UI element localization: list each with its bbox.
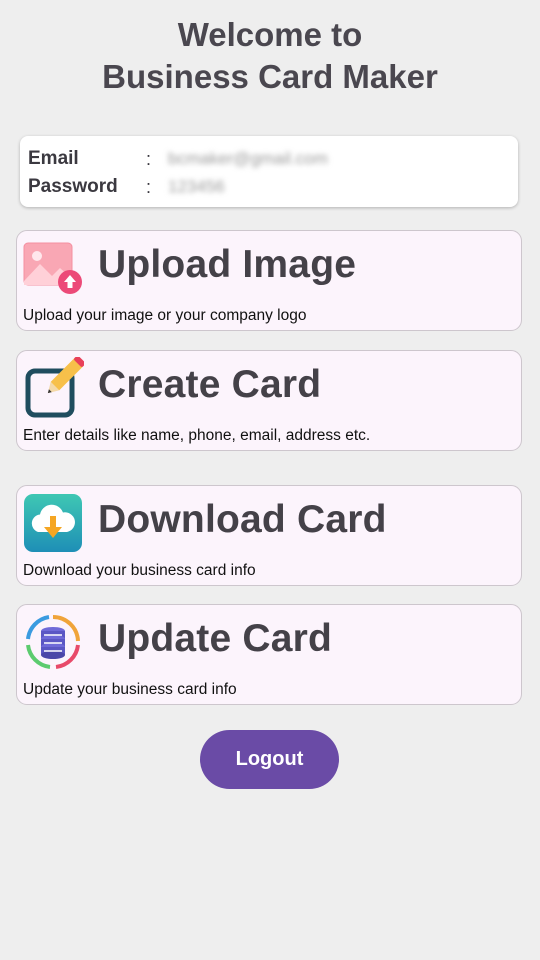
password-label: Password [28,176,118,197]
password-separator: : [146,176,152,197]
title-line-2: Business Card Maker [102,58,438,95]
password-value: 123456 [168,177,225,196]
update-card-description: Update your business card info [23,681,237,698]
email-separator: : [146,148,152,169]
upload-image-description: Upload your image or your company logo [23,307,307,324]
download-card-description: Download your business card info [23,562,256,579]
page-title: Welcome to Business Card Maker [0,14,540,98]
credentials-panel: Email : bcmaker@gmail.com Password : 123… [20,136,518,207]
update-card-title: Update Card [98,617,333,660]
upload-image-card[interactable]: Upload Image Upload your image or your c… [16,230,522,331]
title-line-1: Welcome to [177,16,363,53]
email-label: Email [28,148,79,169]
email-row: Email : bcmaker@gmail.com [28,145,328,173]
database-sync-icon [22,611,84,673]
create-card-description: Enter details like name, phone, email, a… [23,427,371,444]
cloud-download-icon [22,492,84,554]
download-card-card[interactable]: Download Card Download your business car… [16,485,522,586]
email-value: bcmaker@gmail.com [168,149,328,168]
create-card-title: Create Card [98,363,322,406]
update-card-card[interactable]: Update Card Update your business card in… [16,604,522,705]
create-card-card[interactable]: Create Card Enter details like name, pho… [16,350,522,451]
upload-image-icon [22,237,84,299]
logout-button[interactable]: Logout [200,730,339,789]
edit-icon [22,355,86,419]
upload-image-title: Upload Image [98,243,357,286]
password-row: Password : 123456 [28,173,225,201]
download-card-title: Download Card [98,498,387,541]
